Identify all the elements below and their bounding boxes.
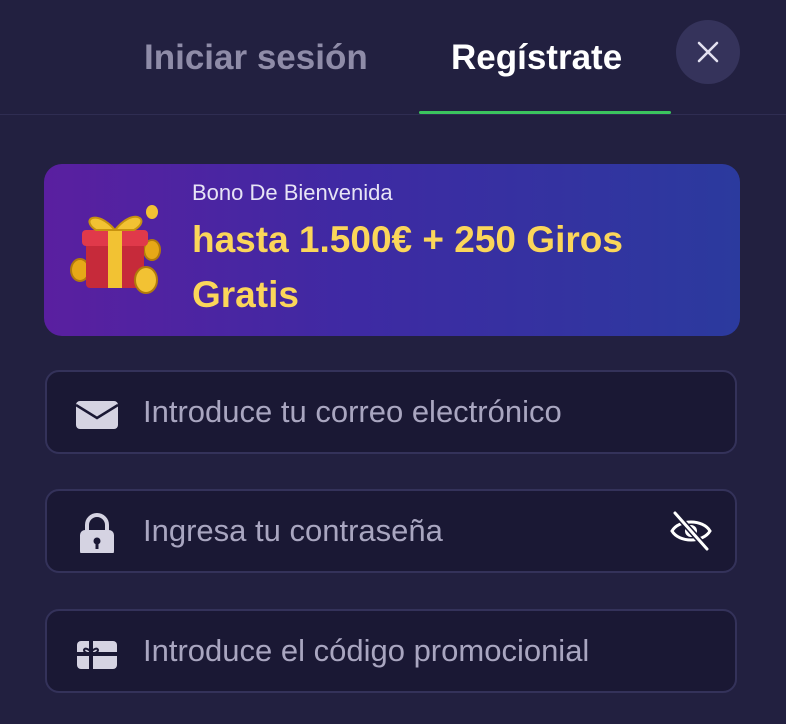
gift-icon bbox=[70, 205, 161, 294]
password-input[interactable] bbox=[143, 491, 663, 571]
tab-register[interactable]: Regístrate bbox=[451, 36, 622, 80]
banner-title: hasta 1.500€ + 250 Giros Gratis bbox=[192, 219, 623, 315]
banner-subtitle: Bono De Bienvenida bbox=[192, 180, 393, 205]
close-icon bbox=[697, 41, 719, 63]
email-input[interactable] bbox=[143, 372, 663, 452]
tab-login[interactable]: Iniciar sesión bbox=[144, 36, 368, 80]
auth-tabs: Iniciar sesión Regístrate bbox=[0, 0, 786, 115]
promo-code-field[interactable] bbox=[45, 609, 737, 693]
close-button[interactable] bbox=[676, 20, 740, 84]
lock-icon bbox=[80, 513, 114, 553]
gift-card-icon bbox=[77, 641, 117, 669]
eye-slash-icon[interactable] bbox=[669, 509, 713, 553]
welcome-bonus-banner[interactable]: Bono De Bienvenida hasta 1.500€ + 250 Gi… bbox=[44, 164, 740, 336]
email-field[interactable] bbox=[45, 370, 737, 454]
envelope-icon bbox=[75, 401, 119, 429]
password-field[interactable] bbox=[45, 489, 737, 573]
active-tab-indicator bbox=[419, 111, 671, 114]
promo-code-input[interactable] bbox=[143, 611, 663, 691]
